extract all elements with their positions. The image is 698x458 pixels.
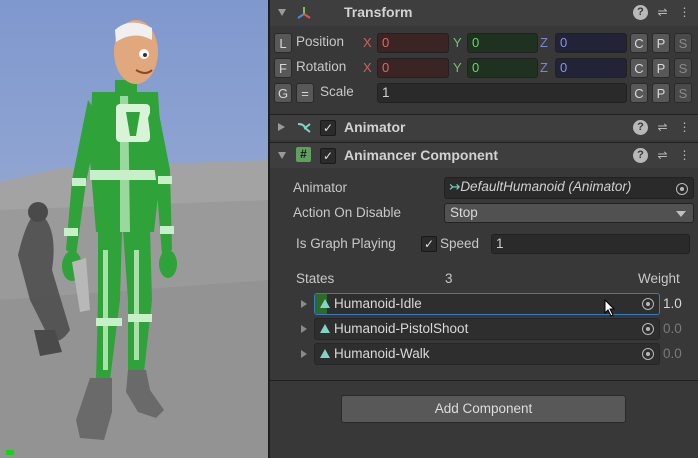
animator-field-value: DefaultHumanoid (Animator) [460,179,632,194]
state-weight: 0.0 [663,321,682,336]
rotation-x-field[interactable]: 0 [377,58,449,78]
animancer-fold-arrow[interactable] [278,152,286,159]
state-fold-arrow[interactable] [301,350,307,358]
rotation-y-label: Y [453,60,462,75]
help-icon[interactable]: ? [633,120,648,135]
mouse-cursor-icon [604,299,616,317]
state-weight: 1.0 [663,296,682,311]
rotation-z-field[interactable]: 0 [555,58,627,78]
rotation-label: Rotation [296,59,347,74]
is-graph-playing-label: Is Graph Playing [296,236,396,251]
rotation-x-label: X [363,60,372,75]
rotation-local-button[interactable]: F [274,58,292,78]
animancer-enabled-checkbox[interactable]: ✓ [320,148,336,164]
animator-title: Animator [344,119,406,135]
animator-icon: ↣ [449,179,461,194]
animator-enabled-checkbox[interactable]: ✓ [320,120,336,136]
help-icon[interactable]: ? [633,148,648,163]
transform-fold-arrow[interactable] [278,9,286,16]
animation-clip-icon [320,324,330,333]
states-label: States [296,271,335,286]
scale-uniform-button[interactable]: = [296,83,314,103]
animator-object-field[interactable]: ↣DefaultHumanoid (Animator) [444,177,694,199]
rotation-z-label: Z [540,60,548,75]
position-y-field[interactable]: 0 [467,33,538,53]
transform-icon [297,7,311,19]
position-y-label: Y [453,35,462,50]
transform-title: Transform [344,4,413,20]
scale-copy-button[interactable]: C [630,83,648,103]
state-row-humanoid-walk[interactable]: Humanoid-Walk [314,343,660,365]
state-name: Humanoid-PistolShoot [334,321,469,336]
component-separator [270,380,698,381]
scene-view[interactable] [0,0,269,458]
scale-global-button[interactable]: G [274,83,292,103]
animator-label: Animator [293,180,348,195]
state-fold-arrow[interactable] [301,300,307,308]
state-row-humanoid-pistolshoot[interactable]: Humanoid-PistolShoot [314,318,660,340]
state-fold-arrow[interactable] [301,325,307,333]
inspector-panel: Transform ? ⇌ ⋮ L Position X 0 Y 0 Z 0 C… [270,0,698,458]
context-menu-icon[interactable]: ⋮ [677,5,692,20]
rotation-y-field[interactable]: 0 [467,58,538,78]
weight-label: Weight [638,271,680,286]
rotation-paste-button[interactable]: P [652,58,670,78]
position-paste-button[interactable]: P [652,33,670,53]
state-name: Humanoid-Walk [334,346,430,361]
animation-clip-icon [320,349,330,358]
speed-field[interactable]: 1 [491,234,690,254]
action-on-disable-dropdown[interactable]: Stop [444,203,694,223]
context-menu-icon[interactable]: ⋮ [677,148,692,163]
help-icon[interactable]: ? [633,5,648,20]
object-picker-icon[interactable] [642,348,654,360]
scale-label: Scale [320,84,354,99]
position-x-field[interactable]: 0 [377,33,449,53]
object-picker-icon[interactable] [642,298,654,310]
animator-fold-arrow[interactable] [278,123,285,131]
position-z-label: Z [540,35,548,50]
states-count: 3 [445,271,453,286]
position-x-label: X [363,35,372,50]
scale-field[interactable]: 1 [377,83,627,103]
animator-header[interactable]: ✓ Animator ? ⇌ ⋮ [270,114,698,140]
position-snap-button[interactable]: S [674,33,692,53]
rotation-snap-button[interactable]: S [674,58,692,78]
speed-label: Speed [440,236,480,251]
action-on-disable-label: Action On Disable [293,205,402,220]
animator-icon [297,123,311,133]
position-label: Position [296,34,345,49]
animancer-title: Animancer Component [344,147,499,163]
animancer-header[interactable]: # ✓ Animancer Component ? ⇌ ⋮ [270,142,698,168]
animation-clip-icon [320,299,330,308]
context-menu-icon[interactable]: ⋮ [677,120,692,135]
transform-header[interactable]: Transform ? ⇌ ⋮ [270,0,698,26]
chevron-down-icon [676,211,686,217]
presets-icon[interactable]: ⇌ [655,5,670,20]
position-local-button[interactable]: L [274,33,292,53]
object-picker-icon[interactable] [676,183,688,195]
state-weight: 0.0 [663,346,682,361]
object-picker-icon[interactable] [642,323,654,335]
humanoid-character[interactable] [0,0,269,458]
rotation-copy-button[interactable]: C [630,58,648,78]
position-z-field[interactable]: 0 [555,33,627,53]
state-name: Humanoid-Idle [334,296,422,311]
scale-paste-button[interactable]: P [652,83,670,103]
add-component-button[interactable]: Add Component [341,395,626,423]
presets-icon[interactable]: ⇌ [655,120,670,135]
action-on-disable-value: Stop [450,205,478,220]
is-graph-playing-checkbox[interactable]: ✓ [421,236,437,252]
script-icon: # [296,147,311,162]
presets-icon[interactable]: ⇌ [655,148,670,163]
position-copy-button[interactable]: C [630,33,648,53]
scale-snap-button[interactable]: S [674,83,692,103]
